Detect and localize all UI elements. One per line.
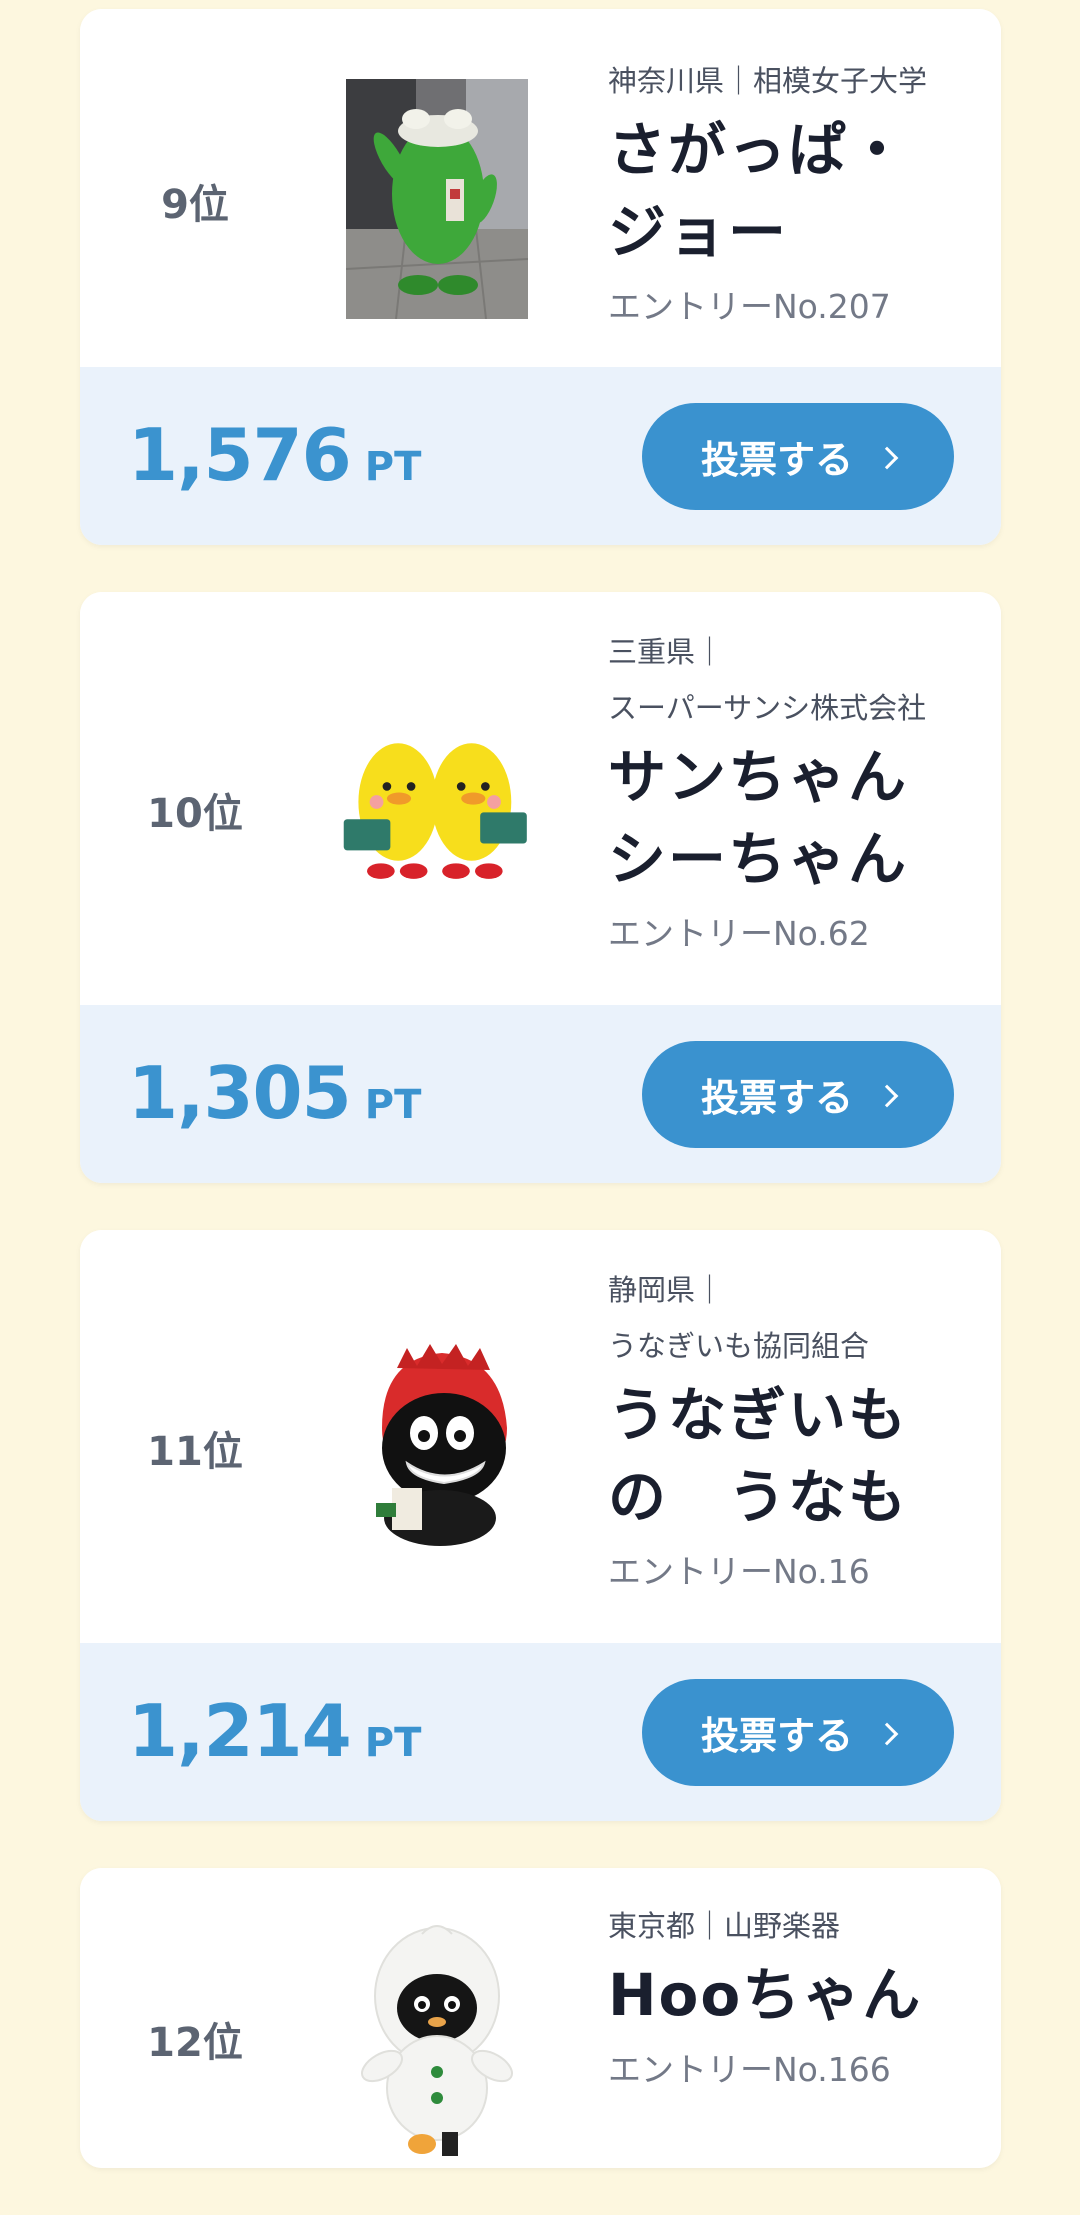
- ranking-card-9: 9位 神奈川県｜相模女子大学 さがっぱ・ ジョー エントリーNo.207 1,5…: [80, 9, 1001, 545]
- mascot-name: サンちゃん シーちゃん: [608, 743, 909, 893]
- rank-label: 10位: [147, 791, 243, 837]
- chevron-right-icon: [875, 1722, 899, 1745]
- mascot-image[interactable]: [342, 702, 532, 902]
- mascot-name: うなぎいも の うなも: [608, 1381, 909, 1531]
- card-info: 静岡県｜ うなぎいも協同組合 うなぎいも の うなも エントリーNo.16: [608, 1262, 978, 1602]
- mascot-image[interactable]: [342, 1916, 532, 2156]
- rank-label: 11位: [147, 1429, 243, 1475]
- chevron-right-icon: [875, 1084, 899, 1107]
- ranking-card-12: 12位 東京都｜山野楽器 Hooちゃん エントリーNo.166: [80, 1868, 1001, 2168]
- rank-label: 9位: [161, 182, 229, 228]
- card-info-area: 9位 神奈川県｜相模女子大学 さがっぱ・ ジョー エントリーNo.207: [80, 9, 1001, 367]
- points-display: 1,214 PT: [128, 1689, 421, 1773]
- points-value: 1,214: [128, 1689, 352, 1773]
- vote-button-label: 投票する: [700, 440, 853, 482]
- vote-button[interactable]: 投票する: [642, 403, 954, 510]
- points-value: 1,305: [128, 1051, 352, 1135]
- entry-number: エントリーNo.166: [608, 2050, 891, 2089]
- entry-number: エントリーNo.207: [608, 287, 891, 326]
- vote-button-label: 投票する: [700, 1078, 853, 1120]
- entry-number: エントリーNo.16: [608, 1552, 870, 1591]
- points-display: 1,576 PT: [128, 413, 421, 497]
- mascot-name: さがっぱ・ ジョー: [608, 116, 909, 266]
- card-info-area: 11位 静岡県｜ うなぎいも協同組合 うなぎいも の うなも エントリーNo.1…: [80, 1230, 1001, 1643]
- vote-button[interactable]: 投票する: [642, 1679, 954, 1786]
- points-unit: PT: [364, 1720, 422, 1766]
- points-bar: 1,305 PT 投票する: [80, 1005, 1001, 1183]
- mascot-sagappa-image: [346, 79, 528, 319]
- points-bar: 1,576 PT 投票する: [80, 367, 1001, 545]
- ranking-card-11: 11位 静岡県｜ うなぎいも協同組合 うなぎいも の うなも エントリーNo.1…: [80, 1230, 1001, 1821]
- mascot-name: Hooちゃん: [608, 1961, 923, 2029]
- mascot-image[interactable]: [342, 79, 532, 319]
- mascot-sanchan-image: [343, 743, 527, 879]
- rank-label: 12位: [147, 2020, 243, 2066]
- chevron-right-icon: [875, 446, 899, 469]
- entry-number: エントリーNo.62: [608, 914, 870, 953]
- prefecture-organization: 静岡県｜ うなぎいも協同組合: [608, 1273, 870, 1363]
- mascot-hoochan-image: [361, 1925, 513, 2156]
- card-info-area: 12位 東京都｜山野楽器 Hooちゃん エントリーNo.166: [80, 1868, 1001, 2168]
- card-info: 東京都｜山野楽器 Hooちゃん エントリーNo.166: [608, 1898, 978, 2100]
- points-display: 1,305 PT: [128, 1051, 421, 1135]
- prefecture-organization: 三重県｜ スーパーサンシ株式会社: [608, 635, 927, 725]
- prefecture-organization: 神奈川県｜相模女子大学: [608, 64, 928, 98]
- card-info: 三重県｜ スーパーサンシ株式会社 サンちゃん シーちゃん エントリーNo.62: [608, 624, 978, 964]
- points-bar: 1,214 PT 投票する: [80, 1643, 1001, 1821]
- card-info: 神奈川県｜相模女子大学 さがっぱ・ ジョー エントリーNo.207: [608, 53, 978, 337]
- prefecture-organization: 東京都｜山野楽器: [608, 1909, 841, 1943]
- vote-button[interactable]: 投票する: [642, 1041, 954, 1148]
- ranking-card-10: 10位 三重県｜ スーパーサンシ株式会社 サンちゃん シーちゃん エントリーNo…: [80, 592, 1001, 1183]
- mascot-unamo-image: [376, 1344, 507, 1546]
- ranking-list: 9位 神奈川県｜相模女子大学 さがっぱ・ ジョー エントリーNo.207 1,5…: [80, 9, 1001, 2215]
- points-unit: PT: [364, 444, 422, 490]
- mascot-image[interactable]: [342, 1338, 532, 1548]
- points-unit: PT: [364, 1082, 422, 1128]
- points-value: 1,576: [128, 413, 352, 497]
- card-info-area: 10位 三重県｜ スーパーサンシ株式会社 サンちゃん シーちゃん エントリーNo…: [80, 592, 1001, 1005]
- vote-button-label: 投票する: [700, 1716, 853, 1758]
